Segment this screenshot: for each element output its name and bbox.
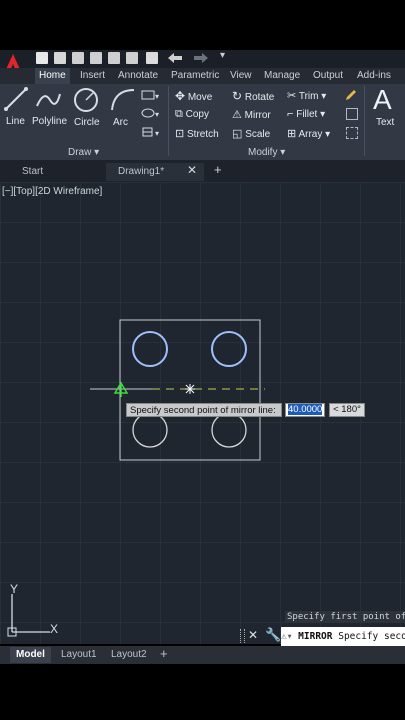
line-tool-label[interactable]: Line <box>6 116 25 127</box>
save-as-icon[interactable] <box>90 52 102 64</box>
svg-text:▾: ▾ <box>155 129 159 138</box>
scale-icon: ◱ <box>232 128 243 140</box>
trim-tool[interactable]: ✂ Trim ▾ <box>287 89 326 102</box>
command-prompt-icon: ⚠▾ <box>281 631 299 642</box>
tab-manage[interactable]: Manage <box>264 68 300 84</box>
customize-wrench-icon[interactable]: 🔧 <box>265 627 281 643</box>
fillet-icon: ⌐ <box>287 108 294 120</box>
move-icon: ✥ <box>175 89 186 103</box>
add-layout-plus-icon[interactable]: + <box>160 646 168 661</box>
save-icon[interactable] <box>72 52 84 64</box>
trim-icon: ✂ <box>287 90 297 102</box>
text-tool-icon[interactable]: A <box>373 84 392 116</box>
plot-icon[interactable] <box>126 52 138 64</box>
command-grip-icon[interactable] <box>240 629 245 643</box>
modify-group-title[interactable]: Modify ▾ <box>248 147 285 158</box>
tab-home[interactable]: Home <box>35 68 70 84</box>
new-tab-plus-icon[interactable]: + <box>214 162 222 177</box>
distance-input[interactable]: 40.0000 <box>285 403 325 417</box>
pencil-icon[interactable] <box>344 88 358 102</box>
undo-icon[interactable] <box>166 52 184 64</box>
command-name: MIRROR <box>298 631 333 642</box>
copy-icon: ⧉ <box>175 108 183 120</box>
draw-group-title[interactable]: Draw ▾ <box>68 147 99 158</box>
tab-annotate[interactable]: Annotate <box>118 68 158 84</box>
command-line[interactable]: ⚠▾ MIRROR Specify second <box>281 627 405 646</box>
print-icon[interactable] <box>146 52 158 64</box>
qat-dropdown-icon[interactable]: ▾ <box>220 50 225 61</box>
ribbon-separator <box>364 86 365 156</box>
circle-selected-top-left[interactable] <box>132 331 168 367</box>
close-icon[interactable]: ✕ <box>187 163 197 177</box>
hatch-tool-icon[interactable]: ▾ <box>140 107 160 119</box>
tab-parametric[interactable]: Parametric <box>171 68 219 84</box>
chevron-down-icon: ▾ <box>280 147 286 158</box>
open-file-icon[interactable] <box>54 52 66 64</box>
copy-tool[interactable]: ⧉ Copy <box>175 108 209 121</box>
mirror-tool[interactable]: ⚠ Mirror <box>232 108 271 121</box>
save-web-icon[interactable] <box>108 52 120 64</box>
arc-tool-icon[interactable] <box>108 86 136 114</box>
distance-value: 40.0000 <box>288 404 323 415</box>
svg-text:▾: ▾ <box>155 110 159 119</box>
chevron-down-icon: ▾ <box>94 147 100 158</box>
tab-layout1[interactable]: Layout1 <box>61 647 97 663</box>
chevron-down-icon: ▾ <box>321 91 327 102</box>
explode-icon[interactable] <box>346 127 358 139</box>
angle-input[interactable]: < 180° <box>329 403 365 417</box>
scale-tool[interactable]: ◱ Scale <box>232 127 270 140</box>
rotate-icon: ↻ <box>232 89 243 103</box>
text-tool-label[interactable]: Text <box>376 117 394 128</box>
command-prompt-text: Specify second <box>338 631 405 642</box>
polyline-tool-label[interactable]: Polyline <box>32 116 67 127</box>
tab-output[interactable]: Output <box>313 68 343 84</box>
chevron-down-icon: ▾ <box>325 129 331 140</box>
command-history: Specify first point of <box>285 611 405 623</box>
dynamic-input-prompt: Specify second point of mirror line: <box>126 403 282 417</box>
circle-mirrored-bottom-left <box>132 412 168 448</box>
doc-tab-label: Drawing1* <box>118 166 165 177</box>
tab-add-ins[interactable]: Add-ins <box>357 68 391 84</box>
close-command-icon[interactable]: ✕ <box>248 628 258 642</box>
circle-tool-label[interactable]: Circle <box>74 117 100 128</box>
rectangle-tool-icon[interactable]: ▾ <box>140 89 160 101</box>
move-tool[interactable]: ✥ Move <box>175 89 212 103</box>
circle-selected-top-right[interactable] <box>211 331 247 367</box>
crosshair-cursor <box>185 384 195 394</box>
arc-tool-label[interactable]: Arc <box>113 117 128 128</box>
join-icon[interactable] <box>346 108 358 120</box>
svg-text:▾: ▾ <box>155 92 159 101</box>
tab-insert[interactable]: Insert <box>80 68 105 84</box>
ribbon-separator <box>168 86 169 156</box>
tab-model[interactable]: Model <box>10 647 51 663</box>
gradient-tool-icon[interactable]: ▾ <box>140 126 160 138</box>
stretch-icon: ⊡ <box>175 128 185 140</box>
polyline-tool-icon[interactable] <box>34 86 62 112</box>
new-file-icon[interactable] <box>36 52 48 64</box>
tab-view[interactable]: View <box>230 68 252 84</box>
line-tool-icon[interactable] <box>3 86 29 112</box>
redo-icon[interactable] <box>192 52 210 64</box>
mirror-icon: ⚠ <box>232 109 242 121</box>
fillet-tool[interactable]: ⌐ Fillet ▾ <box>287 108 325 120</box>
stretch-tool[interactable]: ⊡ Stretch <box>175 127 219 140</box>
ucs-y-label: Y <box>10 582 19 596</box>
ucs-x-label: X <box>50 622 59 636</box>
bottom-blank-area <box>0 664 405 720</box>
array-tool[interactable]: ⊞ Array ▾ <box>287 127 330 140</box>
chevron-down-icon: ▾ <box>320 109 326 120</box>
circle-tool-icon[interactable] <box>72 86 100 114</box>
tab-layout2[interactable]: Layout2 <box>111 647 147 663</box>
array-icon: ⊞ <box>287 128 297 140</box>
top-blank-area <box>0 0 405 50</box>
circle-mirrored-bottom-right <box>211 412 247 448</box>
rotate-tool[interactable]: ↻ Rotate <box>232 89 274 103</box>
doc-tab-start[interactable]: Start <box>0 163 100 181</box>
